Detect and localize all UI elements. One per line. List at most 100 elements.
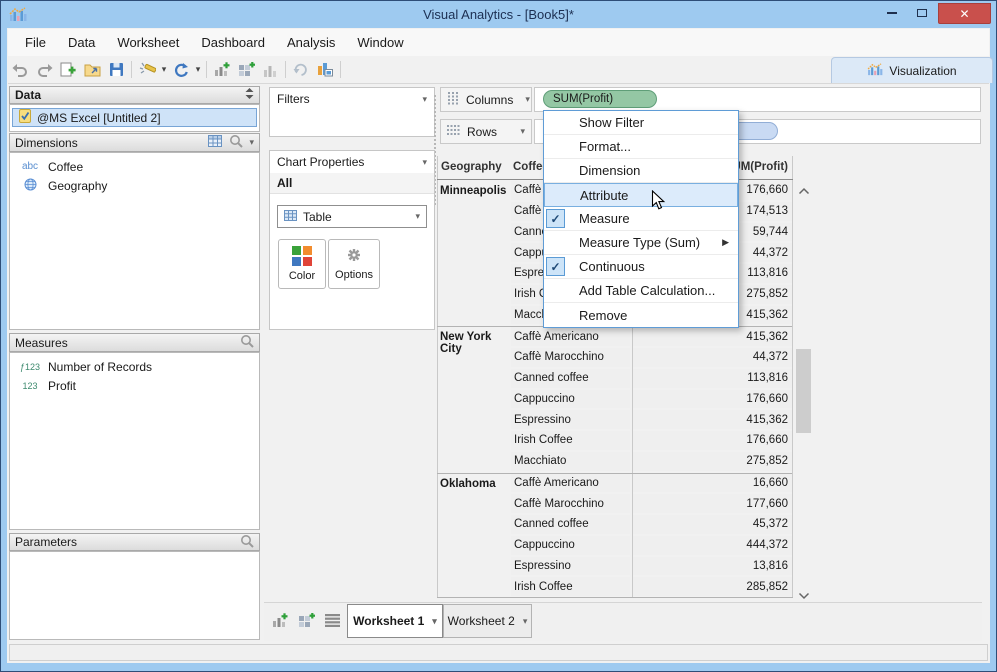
coffee-cell[interactable]: Caffè Americano bbox=[511, 473, 630, 493]
chart-properties-header[interactable]: Chart Properties ▾ bbox=[270, 151, 434, 173]
menu-file[interactable]: File bbox=[14, 35, 57, 50]
menu-item-label: Show Filter bbox=[579, 115, 645, 130]
menu-item-remove[interactable]: Remove bbox=[544, 303, 738, 327]
scroll-up-icon[interactable] bbox=[798, 184, 810, 195]
coffee-cell[interactable]: Macchiato bbox=[511, 451, 630, 471]
profit-value-cell[interactable]: 113,816 bbox=[633, 368, 792, 388]
chart-type-select[interactable]: Table ▾ bbox=[277, 205, 427, 228]
coffee-cell[interactable]: Caffè Americano bbox=[511, 327, 630, 346]
profit-value-cell[interactable]: 45,372 bbox=[633, 515, 792, 534]
menu-item-attribute[interactable]: Attribute bbox=[544, 183, 738, 207]
new-dashboard-button[interactable] bbox=[234, 60, 258, 80]
profit-value-cell[interactable]: 176,660 bbox=[633, 431, 792, 450]
columns-caret[interactable]: ▾ bbox=[525, 94, 530, 105]
redo-button[interactable] bbox=[32, 60, 56, 80]
save-button[interactable] bbox=[104, 60, 128, 80]
tab-worksheet-2[interactable]: Worksheet 2 ▾ bbox=[443, 604, 532, 638]
refresh-dropdown-caret[interactable]: ▾ bbox=[193, 64, 203, 75]
profit-value-cell[interactable]: 44,372 bbox=[633, 348, 792, 367]
profit-value-cell[interactable]: 176,660 bbox=[633, 389, 792, 409]
dimensions-menu-caret[interactable]: ▾ bbox=[249, 137, 254, 148]
scroll-down-icon[interactable] bbox=[798, 589, 810, 600]
menu-item-dimension[interactable]: Dimension bbox=[544, 159, 738, 183]
menu-item-measure[interactable]: ✓ Measure bbox=[544, 207, 738, 231]
open-button[interactable] bbox=[80, 60, 104, 80]
data-panel-header[interactable]: Data bbox=[9, 86, 260, 104]
measure-item-profit[interactable]: 123 Profit bbox=[10, 376, 259, 395]
options-button[interactable]: Options bbox=[328, 239, 380, 289]
parameters-header[interactable]: Parameters bbox=[9, 533, 260, 551]
coffee-cell[interactable]: Irish Coffee bbox=[511, 431, 630, 450]
filters-header[interactable]: Filters ▾ bbox=[270, 88, 434, 110]
new-workbook-button[interactable] bbox=[56, 60, 80, 80]
minimize-button[interactable] bbox=[878, 3, 906, 22]
menu-item-format[interactable]: Format... bbox=[544, 135, 738, 159]
profit-value-cell[interactable]: 177,660 bbox=[633, 494, 792, 513]
tab-worksheet-1[interactable]: Worksheet 1 ▾ bbox=[347, 604, 443, 638]
coffee-cell[interactable]: Irish Coffee bbox=[511, 577, 630, 596]
filters-caret[interactable]: ▾ bbox=[422, 94, 427, 105]
menu-analysis[interactable]: Analysis bbox=[276, 35, 346, 50]
tab-caret[interactable]: ▾ bbox=[523, 616, 528, 627]
coffee-cell[interactable]: Cappuccino bbox=[511, 389, 630, 409]
dimensions-title: Dimensions bbox=[15, 135, 78, 150]
measures-header[interactable]: Measures bbox=[9, 333, 260, 352]
menu-item-label: Measure Type (Sum) bbox=[579, 235, 701, 250]
undo-button[interactable] bbox=[8, 60, 32, 80]
menu-item-add-table-calculation[interactable]: Add Table Calculation... bbox=[544, 279, 738, 303]
sheet-list-icon[interactable] bbox=[325, 614, 340, 630]
new-dashboard-icon[interactable] bbox=[298, 613, 315, 631]
maximize-button[interactable] bbox=[908, 3, 936, 22]
menu-item-measure-type-sum[interactable]: Measure Type (Sum) ▶ bbox=[544, 231, 738, 255]
data-source-item[interactable]: @MS Excel [Untitled 2] bbox=[12, 108, 257, 127]
measure-item-number-of-records[interactable]: ƒ123 Number of Records bbox=[10, 357, 259, 376]
refresh-button[interactable] bbox=[169, 60, 193, 80]
swap-axes-button[interactable] bbox=[289, 60, 313, 80]
columns-shelf-label[interactable]: Columns ▾ bbox=[440, 87, 532, 112]
visualization-tab[interactable]: Visualization bbox=[831, 57, 993, 83]
new-worksheet-icon[interactable] bbox=[272, 613, 288, 631]
columns-pill-sum-profit[interactable]: SUM(Profit) bbox=[543, 90, 657, 108]
tab-caret[interactable]: ▾ bbox=[432, 616, 437, 627]
coffee-cell[interactable]: Canned coffee bbox=[511, 368, 630, 388]
close-button[interactable]: ✕ bbox=[938, 3, 991, 24]
profit-value-cell[interactable]: 13,816 bbox=[633, 556, 792, 576]
profit-value-cell[interactable]: 444,372 bbox=[633, 535, 792, 555]
profit-value-cell[interactable]: 16,660 bbox=[633, 473, 792, 493]
rows-caret[interactable]: ▾ bbox=[520, 126, 525, 137]
coffee-cell[interactable]: Espressino bbox=[511, 410, 630, 429]
autoconnect-wand-button[interactable] bbox=[135, 60, 159, 80]
wand-dropdown-caret[interactable]: ▾ bbox=[159, 64, 169, 75]
search-icon[interactable] bbox=[240, 334, 254, 351]
chart-properties-caret[interactable]: ▾ bbox=[422, 157, 427, 168]
profit-value-cell[interactable]: 285,852 bbox=[633, 577, 792, 596]
coffee-cell[interactable]: Caffè Marocchino bbox=[511, 348, 630, 367]
menu-window[interactable]: Window bbox=[346, 35, 414, 50]
profit-value-cell[interactable]: 415,362 bbox=[633, 410, 792, 429]
profit-value-cell[interactable]: 415,362 bbox=[633, 327, 792, 346]
coffee-cell[interactable]: Canned coffee bbox=[511, 515, 630, 534]
new-worksheet-button[interactable] bbox=[210, 60, 234, 80]
duplicate-sheet-button[interactable] bbox=[258, 60, 282, 80]
dimension-item-geography[interactable]: Geography bbox=[10, 176, 259, 195]
dimension-item-coffee[interactable]: abc Coffee bbox=[10, 157, 259, 176]
dimensions-header[interactable]: Dimensions ▾ bbox=[9, 133, 260, 152]
scrollbar-thumb[interactable] bbox=[796, 349, 811, 433]
sort-updown-icon[interactable] bbox=[245, 88, 254, 102]
menu-data[interactable]: Data bbox=[57, 35, 106, 50]
menu-item-show-filter[interactable]: Show Filter bbox=[544, 111, 738, 135]
coffee-cell[interactable]: Cappuccino bbox=[511, 535, 630, 555]
menu-item-continuous[interactable]: ✓ Continuous bbox=[544, 255, 738, 279]
coffee-cell[interactable]: Espressino bbox=[511, 556, 630, 576]
coffee-cell[interactable]: Caffè Marocchino bbox=[511, 494, 630, 513]
menu-dashboard[interactable]: Dashboard bbox=[190, 35, 276, 50]
view-data-grid-icon[interactable] bbox=[208, 135, 223, 150]
menu-worksheet[interactable]: Worksheet bbox=[106, 35, 190, 50]
rows-shelf-label[interactable]: Rows ▾ bbox=[440, 119, 532, 144]
search-icon[interactable] bbox=[229, 134, 244, 151]
search-icon[interactable] bbox=[240, 534, 254, 551]
titlebar[interactable]: Visual Analytics - [Book5]* ✕ bbox=[1, 1, 996, 28]
show-me-button[interactable] bbox=[313, 60, 337, 80]
color-button[interactable]: Color bbox=[278, 239, 326, 289]
profit-value-cell[interactable]: 275,852 bbox=[633, 451, 792, 471]
